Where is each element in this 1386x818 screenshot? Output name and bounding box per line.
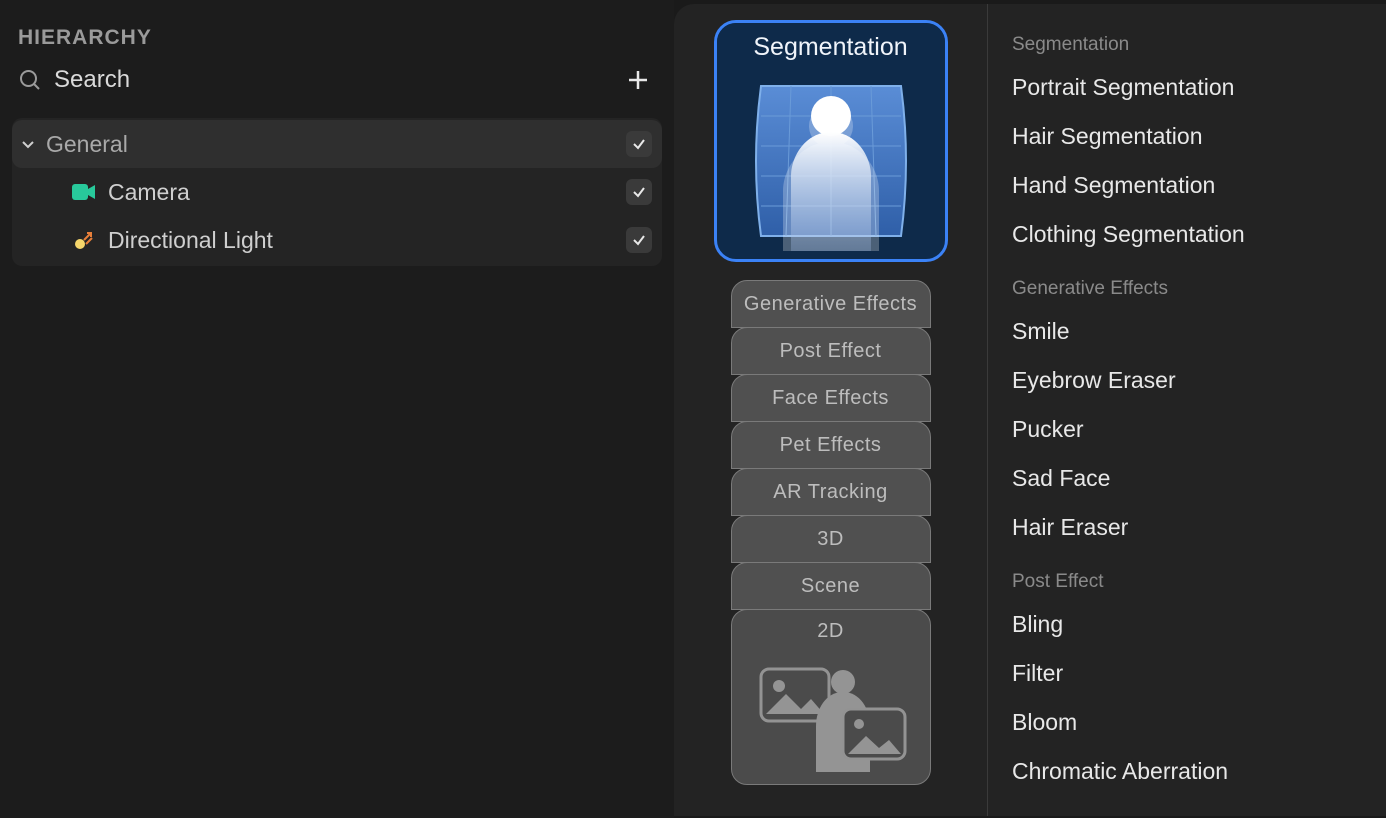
add-button[interactable] — [618, 64, 658, 96]
tree-item-directional-light[interactable]: Directional Light — [12, 216, 662, 264]
card-segmentation-selected[interactable]: Segmentation — [714, 20, 948, 262]
effect-list-panel: Segmentation Portrait Segmentation Hair Se… — [988, 4, 1386, 816]
card-post-effect[interactable]: Post Effect — [731, 327, 931, 375]
light-icon — [70, 226, 98, 254]
list-item[interactable]: Pucker — [1012, 416, 1362, 443]
search-row: Search — [12, 58, 662, 118]
search-icon — [18, 68, 42, 92]
list-item[interactable]: Chromatic Aberration — [1012, 758, 1362, 785]
2d-illustration — [732, 643, 930, 784]
search-input[interactable]: Search — [18, 66, 608, 94]
list-item[interactable]: Portrait Segmentation — [1012, 74, 1362, 101]
segmentation-illustration — [717, 68, 945, 259]
card-2d[interactable]: 2D — [731, 609, 931, 785]
list-item[interactable]: Filter — [1012, 660, 1362, 687]
tree-group-label: General — [46, 131, 626, 158]
category-card-panel: Segmentation — [674, 4, 988, 816]
camera-icon — [70, 178, 98, 206]
hierarchy-panel: HIERARCHY Search Genera — [0, 0, 674, 818]
hierarchy-title: HIERARCHY — [12, 0, 662, 58]
list-item[interactable]: Clothing Segmentation — [1012, 221, 1362, 248]
list-section-header: Generative Effects — [1012, 278, 1362, 300]
list-section-header: Post Effect — [1012, 571, 1362, 593]
card-scene[interactable]: Scene — [731, 562, 931, 610]
list-item[interactable]: Sad Face — [1012, 465, 1362, 492]
list-item[interactable]: Smile — [1012, 318, 1362, 345]
card-generative-effects[interactable]: Generative Effects — [731, 280, 931, 328]
card-title: Segmentation — [717, 23, 945, 68]
tree-group-general[interactable]: General — [12, 120, 662, 168]
visibility-toggle[interactable] — [626, 227, 652, 253]
card-ar-tracking[interactable]: AR Tracking — [731, 468, 931, 516]
visibility-toggle[interactable] — [626, 179, 652, 205]
chevron-down-icon — [20, 136, 36, 152]
tree-item-label: Directional Light — [108, 227, 626, 254]
hierarchy-tree: General Camera — [12, 118, 662, 266]
list-item[interactable]: Bloom — [1012, 709, 1362, 736]
visibility-toggle[interactable] — [626, 131, 652, 157]
card-face-effects[interactable]: Face Effects — [731, 374, 931, 422]
list-section-header: Segmentation — [1012, 34, 1362, 56]
list-item[interactable]: Hair Eraser — [1012, 514, 1362, 541]
card-3d[interactable]: 3D — [731, 515, 931, 563]
category-stack: Generative Effects Post Effect Face Effe… — [726, 280, 936, 784]
card-pet-effects[interactable]: Pet Effects — [731, 421, 931, 469]
tree-item-camera[interactable]: Camera — [12, 168, 662, 216]
list-item[interactable]: Bling — [1012, 611, 1362, 638]
search-placeholder: Search — [54, 66, 130, 94]
list-item[interactable]: Hand Segmentation — [1012, 172, 1362, 199]
list-item[interactable]: Eyebrow Eraser — [1012, 367, 1362, 394]
list-item[interactable]: Hair Segmentation — [1012, 123, 1362, 150]
tree-item-label: Camera — [108, 179, 626, 206]
